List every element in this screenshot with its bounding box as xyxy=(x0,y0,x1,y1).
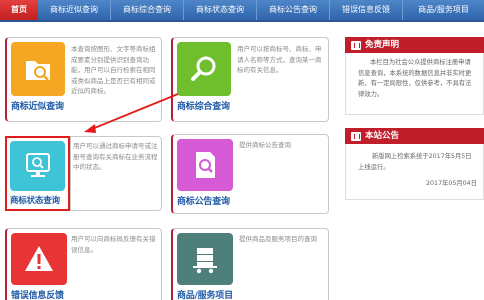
card-title[interactable]: 商标近似查询 xyxy=(11,99,64,112)
card-title[interactable]: 商标综合查询 xyxy=(177,99,230,112)
nav-announcement-search[interactable]: 商标公告查询 xyxy=(257,0,330,20)
card-error-feedback[interactable]: 错误信息反馈 用户可以向商标局反馈有关错误信息。 xyxy=(5,228,162,300)
notice-header: 本站公告 xyxy=(345,128,484,144)
nav-error-feedback[interactable]: 错误信息反馈 xyxy=(330,0,403,20)
card-similar-search[interactable]: 商标近似查询 本查询按图形、文字等商标组成要素分别提供识别查询功能，用户可以自行… xyxy=(5,37,162,122)
card-comprehensive-search[interactable]: 商标综合查询 用户可以按商标号、商标、申请人名称等方式，查询某一商标的有关信息。 xyxy=(171,37,329,122)
nav-status-search[interactable]: 商标状态查询 xyxy=(184,0,257,20)
card-description: 提供商品及服务项目的查询 xyxy=(239,235,317,243)
warning-icon[interactable] xyxy=(11,233,67,285)
card-description: 用户可以通过商标申请号或注册号查询有关商标在业务流程中的状态。 xyxy=(73,142,158,171)
card-description: 用户可以按商标号、商标、申请人名称等方式，查询某一商标的有关信息。 xyxy=(237,45,322,74)
magnifier-icon[interactable] xyxy=(177,42,231,96)
card-announcement-search[interactable]: 商标公告查询 提供商标公告查询 xyxy=(171,134,329,214)
cart-icon[interactable] xyxy=(177,233,233,285)
card-title[interactable]: 错误信息反馈 xyxy=(11,288,64,300)
notice-title: 本站公告 xyxy=(365,131,400,141)
card-description: 本查询按图形、文字等商标组成要素分别提供识别查询功能，用户可以自行检索在相同或类… xyxy=(71,45,156,95)
document-search-icon[interactable] xyxy=(177,139,233,191)
book-icon xyxy=(351,40,361,50)
notice-item[interactable]: 新版网上检索系统于2017年5月5日上线运行。 xyxy=(358,152,477,173)
book-icon xyxy=(351,131,361,141)
disclaimer-title: 免责声明 xyxy=(365,40,400,50)
nav-home[interactable]: 首页 xyxy=(0,0,38,20)
card-title[interactable]: 商标公告查询 xyxy=(177,194,230,207)
nav-similar-search[interactable]: 商标近似查询 xyxy=(38,0,111,20)
top-nav: 首页 商标近似查询 商标综合查询 商标状态查询 商标公告查询 错误信息反馈 商品… xyxy=(0,0,484,22)
notice-date: 2017年05月04日 xyxy=(426,180,477,187)
notice-body: 新版网上检索系统于2017年5月5日上线运行。 2017年05月04日 xyxy=(345,144,484,200)
card-title[interactable]: 商品/服务项目 xyxy=(177,288,233,300)
nav-goods-services[interactable]: 商品/服务项目 xyxy=(403,0,484,20)
notice-panel: 本站公告 新版网上检索系统于2017年5月5日上线运行。 2017年05月04日 xyxy=(345,128,484,200)
card-status-search-text: 用户可以通过商标申请号或注册号查询有关商标在业务流程中的状态。 xyxy=(70,136,162,211)
disclaimer-text: 本栏目为社会公众提供商标注册申请信息查询，本系统的数据信息并非实时更新，有一定局… xyxy=(345,53,484,115)
card-title[interactable]: 商标状态查询 xyxy=(10,194,60,206)
card-status-search[interactable]: 商标状态查询 xyxy=(5,136,70,211)
nav-comprehensive-search[interactable]: 商标综合查询 xyxy=(111,0,184,20)
card-description: 提供商标公告查询 xyxy=(239,141,291,149)
folder-search-icon[interactable] xyxy=(11,42,65,96)
disclaimer-header: 免责声明 xyxy=(345,37,484,53)
monitor-search-icon[interactable] xyxy=(10,141,65,191)
disclaimer-panel: 免责声明 本栏目为社会公众提供商标注册申请信息查询，本系统的数据信息并非实时更新… xyxy=(345,37,484,115)
card-goods-services[interactable]: 商品/服务项目 提供商品及服务项目的查询 xyxy=(171,228,329,300)
card-description: 用户可以向商标局反馈有关错误信息。 xyxy=(71,235,156,254)
